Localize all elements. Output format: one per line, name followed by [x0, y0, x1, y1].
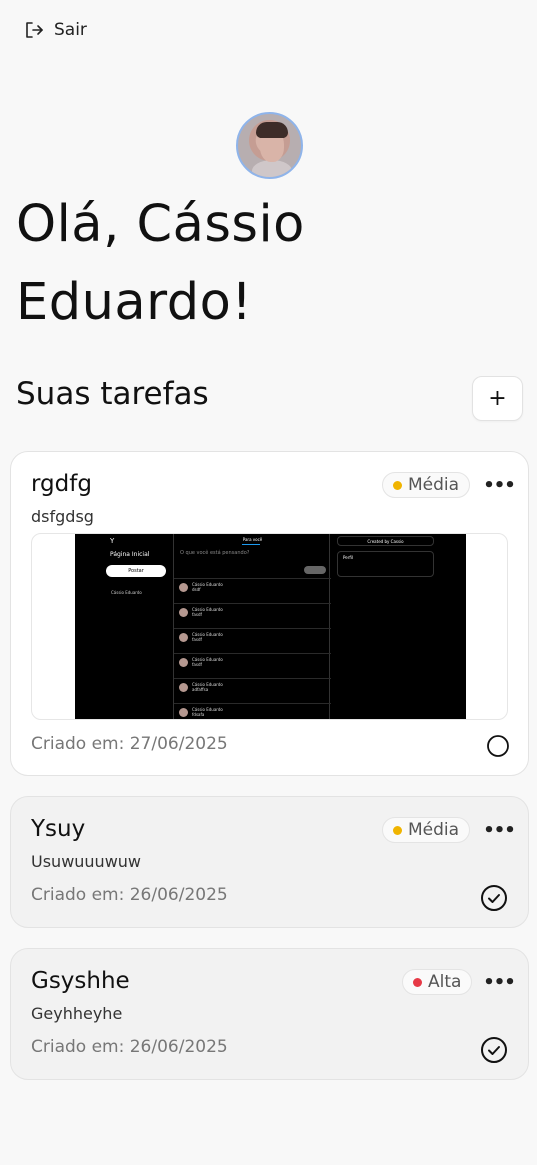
- attachment-tweet: Cássio Eduardo fdsafa: [174, 703, 331, 719]
- task-description: Geyhheyhe: [31, 1004, 123, 1023]
- tasks-section-title: Suas tarefas: [16, 376, 209, 412]
- task-created-date: Criado em: 27/06/2025: [31, 734, 228, 754]
- attachment-post-button: Postar: [106, 565, 166, 577]
- task-description: Usuwuuuwuw: [31, 852, 142, 871]
- attachment-compose: O que você está pensando?: [180, 550, 250, 556]
- attachment-right-title: Created by Cassio: [337, 536, 434, 546]
- priority-badge: Média: [382, 472, 471, 498]
- priority-dot: [393, 480, 402, 490]
- priority-label: Média: [408, 475, 460, 495]
- task-title: Gsyshhe: [31, 968, 130, 994]
- task-title: Ysuy: [31, 816, 86, 842]
- task-attachment-image[interactable]: Y Página Inicial Postar Cássio Eduardo P…: [31, 533, 508, 720]
- task-card[interactable]: Gsyshhe Alta ••• Geyhheyhe Criado em: 26…: [10, 948, 529, 1080]
- priority-badge: Alta: [402, 969, 473, 995]
- avatar: [236, 112, 303, 179]
- attachment-feed-tab: Para você: [242, 537, 263, 542]
- logout-button[interactable]: Sair: [24, 20, 87, 40]
- task-created-date: Criado em: 26/06/2025: [31, 1037, 228, 1057]
- attachment-tweet: Cássio Eduardo fasdf: [174, 653, 331, 678]
- attachment-nav-home: Página Inicial: [110, 551, 150, 558]
- more-options-button[interactable]: •••: [483, 969, 516, 995]
- attachment-side-user: Cássio Eduardo: [111, 590, 142, 595]
- priority-label: Média: [408, 820, 460, 840]
- logout-label: Sair: [54, 20, 87, 40]
- greeting-title: Olá, Cássio Eduardo!: [16, 195, 305, 332]
- circle-icon[interactable]: [486, 734, 510, 758]
- more-options-button[interactable]: •••: [483, 817, 516, 843]
- task-card[interactable]: rgdfg Média ••• dsfgdsg Y Página Inicial…: [10, 451, 529, 776]
- logout-icon: [26, 22, 43, 38]
- attachment-logo: Y: [110, 537, 115, 545]
- attachment-tweet: Cássio Eduardo dsdf: [174, 578, 331, 603]
- task-description: dsfgdsg: [31, 507, 94, 526]
- check-circle-icon[interactable]: [480, 1036, 508, 1064]
- check-circle-icon[interactable]: [480, 884, 508, 912]
- priority-label: Alta: [428, 972, 462, 992]
- priority-dot: [393, 825, 402, 835]
- task-card[interactable]: Ysuy Média ••• Usuwuuuwuw Criado em: 26/…: [10, 796, 529, 928]
- attachment-feed: Para você O que você está pensando? Cáss…: [173, 534, 331, 719]
- more-options-button[interactable]: •••: [483, 472, 516, 498]
- attachment-right-panel: Created by Cassio Perfil: [337, 536, 434, 577]
- task-title: rgdfg: [31, 471, 92, 497]
- add-task-button[interactable]: +: [472, 376, 523, 421]
- task-created-date: Criado em: 26/06/2025: [31, 885, 228, 905]
- attachment-right-profile: Perfil: [337, 551, 434, 577]
- attachment-tweet: Cássio Eduardo fasdf: [174, 603, 331, 628]
- attachment-screenshot: Y Página Inicial Postar Cássio Eduardo P…: [75, 534, 466, 719]
- priority-badge: Média: [382, 817, 471, 843]
- attachment-tweet: Cássio Eduardo adfaffsa: [174, 678, 331, 703]
- attachment-tweet: Cássio Eduardo fasdf: [174, 628, 331, 653]
- priority-dot: [413, 977, 422, 987]
